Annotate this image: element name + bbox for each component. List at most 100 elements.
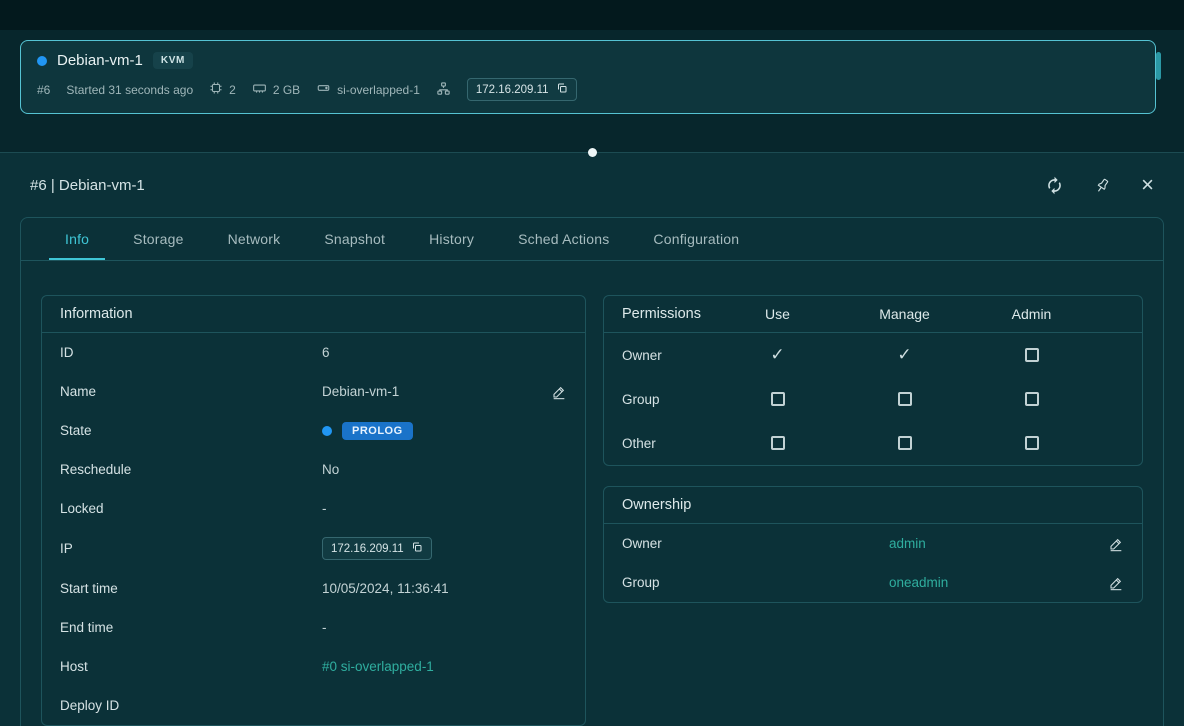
vm-cpu-value: 2 — [229, 83, 236, 97]
tab-network[interactable]: Network — [212, 218, 297, 260]
info-row-locked: Locked - — [42, 489, 585, 528]
state-dot-icon — [322, 426, 332, 436]
right-column: Permissions Use Manage Admin Owner ✓ ✓ ✓ — [603, 295, 1143, 726]
permissions-row-label: Group — [622, 392, 714, 407]
info-row-start-time: Start time 10/05/2024, 11:36:41 — [42, 569, 585, 608]
edit-pencil-icon — [1108, 575, 1124, 591]
pin-button[interactable] — [1094, 177, 1111, 194]
edit-group-button[interactable] — [1108, 575, 1124, 591]
perm-owner-use-checkbox[interactable]: ✓ — [714, 345, 841, 365]
perm-group-use-checkbox[interactable]: ✓ — [714, 389, 841, 409]
edit-name-button[interactable] — [551, 384, 567, 400]
perm-other-use-checkbox[interactable]: ✓ — [714, 433, 841, 453]
info-row-host: Host #0 si-overlapped-1 — [42, 647, 585, 686]
info-row-label: Name — [60, 384, 322, 399]
info-row-label: End time — [60, 620, 322, 635]
info-row-value: Debian-vm-1 — [322, 384, 399, 399]
detail-title: #6 | Debian-vm-1 — [30, 177, 145, 194]
info-row-name: Name Debian-vm-1 — [42, 372, 585, 411]
info-row-label: IP — [60, 541, 322, 556]
info-row-id: ID 6 — [42, 333, 585, 372]
permissions-row-group: Group ✓ ✓ ✓ — [604, 377, 1142, 421]
vm-cpu: 2 — [209, 81, 236, 98]
edit-pencil-icon — [1108, 536, 1124, 552]
owner-link[interactable]: admin — [889, 536, 926, 551]
tab-snapshot[interactable]: Snapshot — [308, 218, 401, 260]
vm-memory: 2 GB — [252, 81, 300, 98]
tab-history[interactable]: History — [413, 218, 490, 260]
permissions-col-manage: Manage — [841, 306, 968, 322]
refresh-icon — [1045, 176, 1064, 195]
splitter-handle-icon[interactable] — [588, 148, 597, 157]
edit-owner-button[interactable] — [1108, 536, 1124, 552]
tab-configuration[interactable]: Configuration — [637, 218, 755, 260]
ownership-panel: Ownership Owner admin Group — [603, 486, 1143, 603]
tab-sched-actions[interactable]: Sched Actions — [502, 218, 625, 260]
permissions-header-row: Permissions Use Manage Admin — [604, 296, 1142, 333]
ram-icon — [252, 81, 267, 98]
info-row-deploy-id: Deploy ID — [42, 686, 585, 725]
info-row-value: - — [322, 620, 327, 635]
info-row-label: ID — [60, 345, 322, 360]
detail-header: #6 | Debian-vm-1 × — [0, 153, 1184, 217]
checkbox-unchecked-icon — [1025, 392, 1039, 406]
permissions-row-other: Other ✓ ✓ ✓ — [604, 421, 1142, 465]
pin-icon — [1091, 173, 1115, 197]
info-row-reschedule: Reschedule No — [42, 450, 585, 489]
info-row-value: No — [322, 462, 339, 477]
permissions-row-owner: Owner ✓ ✓ ✓ — [604, 333, 1142, 377]
information-panel: Information ID 6 Name Debian-vm-1 — [41, 295, 586, 726]
scrollbar-thumb[interactable] — [1156, 52, 1161, 80]
vm-ip-chip[interactable]: 172.16.209.11 — [467, 78, 577, 101]
perm-other-manage-checkbox[interactable]: ✓ — [841, 433, 968, 453]
permissions-col-use: Use — [714, 306, 841, 322]
checkbox-unchecked-icon — [771, 436, 785, 450]
cpu-icon — [209, 81, 223, 98]
vm-uptime: Started 31 seconds ago — [66, 83, 193, 97]
ownership-row-owner: Owner admin — [604, 524, 1142, 563]
info-row-value: 10/05/2024, 11:36:41 — [322, 581, 449, 596]
vm-name: Debian-vm-1 — [57, 52, 143, 69]
edit-pencil-icon — [551, 384, 567, 400]
ownership-row-label: Group — [622, 575, 889, 590]
vm-list-region: Debian-vm-1 KVM #6 Started 31 seconds ag… — [0, 40, 1184, 152]
tab-info[interactable]: Info — [49, 218, 105, 260]
perm-owner-manage-checkbox[interactable]: ✓ — [841, 345, 968, 365]
vm-detail-region: #6 | Debian-vm-1 × Info — [0, 153, 1184, 726]
info-row-value: 6 — [322, 345, 330, 360]
perm-group-manage-checkbox[interactable]: ✓ — [841, 389, 968, 409]
group-link[interactable]: oneadmin — [889, 575, 948, 590]
copy-icon[interactable] — [556, 82, 568, 97]
perm-owner-admin-checkbox[interactable]: ✓ — [968, 345, 1095, 365]
tab-storage[interactable]: Storage — [117, 218, 199, 260]
ip-chip[interactable]: 172.16.209.11 — [322, 537, 432, 560]
vm-card[interactable]: Debian-vm-1 KVM #6 Started 31 seconds ag… — [20, 40, 1156, 114]
vm-card-meta-row: #6 Started 31 seconds ago 2 2 GB — [37, 78, 1139, 101]
info-row-label: Host — [60, 659, 322, 674]
vm-host: si-overlapped-1 — [316, 81, 420, 98]
ownership-row-group: Group oneadmin — [604, 563, 1142, 602]
permissions-row-label: Owner — [622, 348, 714, 363]
vm-memory-value: 2 GB — [273, 83, 300, 97]
refresh-button[interactable] — [1045, 176, 1064, 195]
close-icon: × — [1141, 176, 1154, 194]
perm-other-admin-checkbox[interactable]: ✓ — [968, 433, 1095, 453]
info-row-value: - — [322, 501, 327, 516]
ownership-panel-title: Ownership — [604, 487, 1142, 524]
ip-value: 172.16.209.11 — [331, 543, 404, 555]
network-icon — [436, 81, 451, 99]
app-root: Debian-vm-1 KVM #6 Started 31 seconds ag… — [0, 0, 1184, 726]
info-row-label: State — [60, 423, 322, 438]
copy-icon[interactable] — [411, 541, 423, 556]
splitter[interactable] — [0, 152, 1184, 153]
info-row-label: Reschedule — [60, 462, 322, 477]
checkbox-unchecked-icon — [898, 436, 912, 450]
checkbox-unchecked-icon — [771, 392, 785, 406]
close-button[interactable]: × — [1141, 176, 1154, 194]
perm-group-admin-checkbox[interactable]: ✓ — [968, 389, 1095, 409]
check-icon: ✓ — [770, 345, 784, 365]
top-bar — [0, 0, 1184, 30]
vm-ip-value: 172.16.209.11 — [476, 84, 549, 96]
info-row-label: Start time — [60, 581, 322, 596]
host-link[interactable]: #0 si-overlapped-1 — [322, 659, 434, 674]
